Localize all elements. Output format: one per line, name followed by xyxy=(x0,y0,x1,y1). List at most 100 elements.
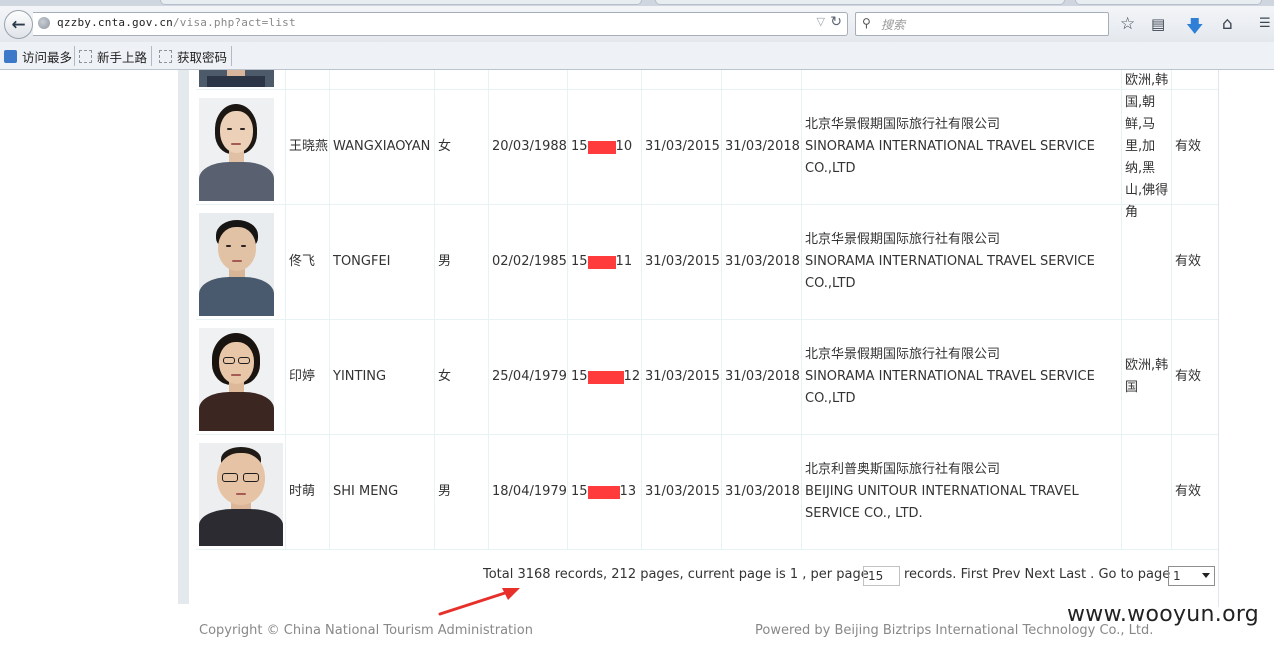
expiry-date-cell: 31/03/2018 xyxy=(721,205,801,320)
home-icon[interactable]: ⌂ xyxy=(1222,14,1233,34)
gender-cell: 男 xyxy=(434,205,488,320)
passport-number-cell: 15 12 xyxy=(567,320,641,435)
back-arrow-icon[interactable]: ← xyxy=(4,10,33,39)
agency-name-cn: 北京利普奥斯国际旅行社有限公司 xyxy=(805,462,1001,477)
pagination-summary: Total 3168 records, 212 pages, current p… xyxy=(483,567,869,582)
photo-cell xyxy=(196,320,285,435)
agency-name-cn: 北京华景假期国际旅行社有限公司 xyxy=(805,117,1001,132)
address-bar[interactable]: qzzby.cnta.gov.cn/visa.php?act=list ▽ ↻ xyxy=(33,12,848,36)
agency-name-cn: 北京华景假期国际旅行社有限公司 xyxy=(805,232,1001,247)
agency-cell: 北京华景假期国际旅行社有限公司 SINORAMA INTERNATIONAL TR… xyxy=(801,320,1121,435)
partial-cell xyxy=(567,70,641,90)
partial-cell xyxy=(329,70,434,90)
region-cell xyxy=(1121,435,1171,550)
page-icon xyxy=(159,49,172,63)
redaction-mark xyxy=(587,370,624,384)
avatar xyxy=(199,98,274,201)
expiry-date-cell: 31/03/2018 xyxy=(721,90,801,205)
status-cell: 有效 xyxy=(1171,205,1218,320)
agency-name-en: BEIJING UNITOUR INTERNATIONAL TRAVEL SER… xyxy=(805,484,1079,521)
issue-date-cell: 31/03/2015 xyxy=(641,90,721,205)
partial-cell xyxy=(285,70,329,90)
photo-cell xyxy=(196,435,285,550)
search-input[interactable]: ⚲ 搜索 xyxy=(855,12,1109,36)
bookmark-getting-started[interactable]: 新手上路 xyxy=(79,47,147,65)
name-cn-cell: 时萌 xyxy=(285,435,329,550)
agency-name-en: SINORAMA INTERNATIONAL TRAVEL SERVICE CO… xyxy=(805,369,1095,406)
expiry-date-cell: 31/03/2018 xyxy=(721,435,801,550)
search-icon: ⚲ xyxy=(862,16,871,30)
gender-cell: 女 xyxy=(434,90,488,205)
partial-cell xyxy=(434,70,488,90)
goto-page-select[interactable]: 1 xyxy=(1168,566,1215,586)
name-cn-cell: 王晓燕 xyxy=(285,90,329,205)
passport-prefix: 15 xyxy=(571,484,588,499)
pagination-links[interactable]: records. First Prev Next Last . Go to pa… xyxy=(904,567,1170,582)
bookmark-label: 访问最多 xyxy=(22,49,73,65)
bookmark-most-visited[interactable]: 访问最多 xyxy=(4,47,72,65)
partial-cell xyxy=(801,70,1121,90)
name-en-cell: TONGFEI xyxy=(329,205,434,320)
issue-date-cell: 31/03/2015 xyxy=(641,320,721,435)
birth-date-cell: 25/04/1979 xyxy=(488,320,567,435)
bookmark-get-password[interactable]: 获取密码 xyxy=(159,47,227,65)
status-cell: 有效 xyxy=(1171,435,1218,550)
reload-icon[interactable]: ↻ xyxy=(830,14,842,30)
divider xyxy=(74,46,75,66)
partial-cell xyxy=(641,70,721,90)
issue-date-cell: 31/03/2015 xyxy=(641,205,721,320)
region-cell: 欧洲,韩国,朝鲜,马里,加纳,黑山,佛得角 xyxy=(1121,73,1171,220)
agency-name-cn: 北京华景假期国际旅行社有限公司 xyxy=(805,347,1001,362)
avatar xyxy=(199,328,274,431)
name-en-cell: WANGXIAOYAN xyxy=(329,90,434,205)
agency-name-en: SINORAMA INTERNATIONAL TRAVEL SERVICE CO… xyxy=(805,139,1095,176)
menu-icon[interactable]: ☰ xyxy=(1259,16,1271,31)
redaction-mark xyxy=(587,255,616,269)
annotation-arrow-icon xyxy=(438,588,520,616)
passport-number-cell: 15 11 xyxy=(567,205,641,320)
agency-cell: 北京华景假期国际旅行社有限公司 SINORAMA INTERNATIONAL TR… xyxy=(801,205,1121,320)
photo-cell xyxy=(196,90,285,205)
search-placeholder: 搜索 xyxy=(881,18,906,32)
per-page-input[interactable]: 15 xyxy=(863,566,900,586)
passport-suffix: 12 xyxy=(623,369,641,384)
dropdown-icon[interactable]: ▽ xyxy=(817,15,825,28)
navigation-toolbar: ← qzzby.cnta.gov.cn/visa.php?act=list ▽ … xyxy=(0,6,1274,42)
download-icon[interactable]: 🡇 xyxy=(1186,14,1203,43)
expiry-date-cell: 31/03/2018 xyxy=(721,320,801,435)
passport-suffix: 13 xyxy=(619,484,637,499)
browser-tab[interactable] xyxy=(1075,0,1262,5)
passport-prefix: 15 xyxy=(571,139,588,154)
chevron-down-icon xyxy=(1202,573,1210,578)
status-cell: 有效 xyxy=(1171,90,1218,205)
bookmark-label: 新手上路 xyxy=(97,49,148,65)
passport-prefix: 15 xyxy=(571,254,588,269)
passport-prefix: 15 xyxy=(571,369,588,384)
gender-cell: 男 xyxy=(434,435,488,550)
browser-tab[interactable] xyxy=(655,0,1065,5)
browser-tab[interactable] xyxy=(160,0,642,5)
partial-cell xyxy=(1171,70,1218,90)
region-cell: 欧洲,韩国 xyxy=(1121,320,1171,435)
url-host: qzzby.cnta.gov.cn xyxy=(57,16,173,29)
passport-number-cell: 15 13 xyxy=(567,435,641,550)
watermark: www.wooyun.org xyxy=(1067,602,1260,627)
star-icon[interactable]: ☆ xyxy=(1120,14,1135,34)
region-cell xyxy=(1121,205,1171,320)
birth-date-cell: 20/03/1988 xyxy=(488,90,567,205)
agency-cell: 北京华景假期国际旅行社有限公司 SINORAMA INTERNATIONAL TR… xyxy=(801,90,1121,205)
url-text: qzzby.cnta.gov.cn/visa.php?act=list xyxy=(57,16,296,29)
passport-suffix: 10 xyxy=(615,139,633,154)
name-cn-cell: 印婷 xyxy=(285,320,329,435)
birth-date-cell: 02/02/1985 xyxy=(488,205,567,320)
footer-copyright: Copyright © China National Tourism Admin… xyxy=(199,623,533,638)
avatar xyxy=(199,213,274,316)
passport-suffix: 11 xyxy=(615,254,633,269)
issue-date-cell: 31/03/2015 xyxy=(641,435,721,550)
photo-cell xyxy=(196,205,285,320)
clipboard-icon[interactable]: ▤ xyxy=(1151,15,1165,33)
globe-icon xyxy=(38,17,50,29)
page-content: 王晓燕 WANGXIAOYAN 女 20/03/1988 15 10 31/03/… xyxy=(0,70,1274,646)
avatar xyxy=(199,443,283,546)
status-cell: 有效 xyxy=(1171,320,1218,435)
